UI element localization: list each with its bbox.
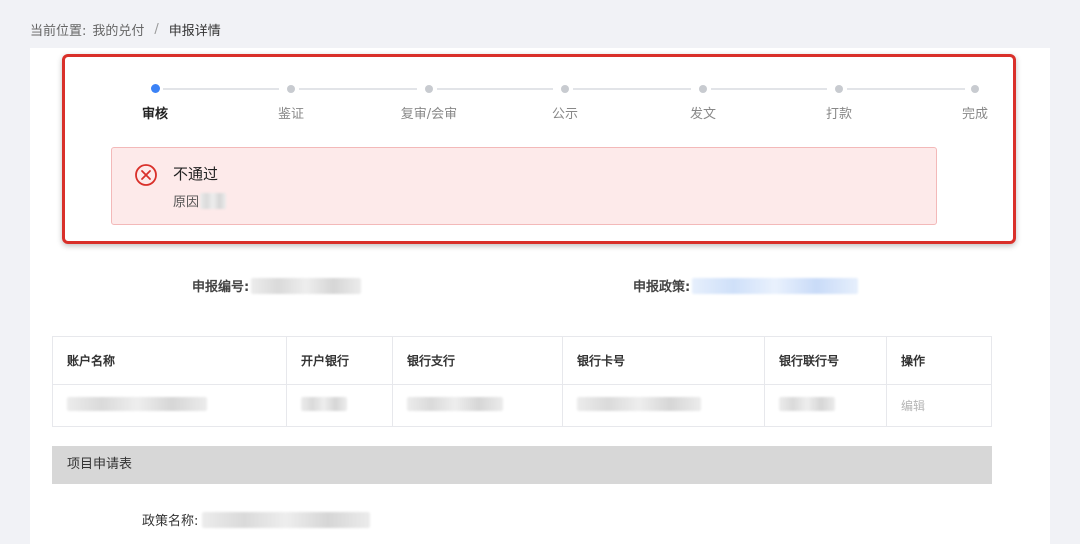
policy-name-row: 政策名称: [142, 510, 371, 529]
policy-name-label: 政策名称: [142, 514, 199, 529]
status-highlight-frame: 审核 鉴证 复审/会审 公示 发文 打款 完成 不通过 原因 [62, 54, 1016, 244]
redacted-reason [200, 192, 227, 209]
apply-policy-row: 申报政策: [633, 276, 859, 295]
col-header-branch: 银行支行 [392, 336, 563, 385]
redacted-bank-code [779, 397, 835, 411]
redacted-card-number [577, 397, 701, 411]
redacted-bank [301, 397, 347, 411]
step-dot-issue [699, 85, 707, 93]
detail-card: 审核 鉴证 复审/会审 公示 发文 打款 完成 不通过 原因 申报编号: 申报政… [30, 48, 1050, 544]
col-header-card-number: 银行卡号 [562, 336, 765, 385]
step-dot-publicity [561, 85, 569, 93]
step-connector [573, 88, 691, 90]
rejection-alert: 不通过 原因 [111, 147, 937, 225]
cell-branch [392, 384, 563, 427]
alert-reason: 原因 [173, 191, 227, 210]
policy-link[interactable] [692, 277, 859, 294]
cell-account-name [52, 384, 287, 427]
col-header-bank-code: 银行联行号 [764, 336, 887, 385]
step-connector [299, 88, 417, 90]
error-circle-icon [134, 163, 158, 187]
step-connector [711, 88, 827, 90]
breadcrumb-parent-link[interactable]: 我的兑付 [92, 20, 144, 39]
breadcrumb-current: 申报详情 [168, 24, 221, 39]
breadcrumb-separator: / [154, 22, 159, 37]
apply-number-label: 申报编号: [192, 280, 250, 295]
alert-title: 不通过 [173, 165, 219, 183]
redacted-policy-name [202, 511, 371, 528]
step-connector [163, 88, 279, 90]
cell-card-number [562, 384, 765, 427]
apply-policy-label: 申报政策: [633, 280, 691, 295]
cell-bank-code [764, 384, 887, 427]
step-dot-reexamine [425, 85, 433, 93]
step-connector [847, 88, 965, 90]
edit-button[interactable]: 编辑 [901, 399, 925, 413]
col-header-account-name: 账户名称 [52, 336, 287, 385]
table-row: 编辑 [52, 384, 992, 427]
redacted-account-name [67, 397, 207, 411]
step-connector [437, 88, 553, 90]
apply-number-row: 申报编号: [192, 276, 362, 295]
breadcrumb: 当前位置: 我的兑付 / 申报详情 [30, 20, 221, 39]
bank-account-table: 账户名称 开户银行 银行支行 银行卡号 银行联行号 操作 编辑 [52, 336, 992, 427]
step-label-verify: 鉴证 [277, 107, 305, 122]
step-label-complete: 完成 [961, 107, 989, 122]
alert-reason-label: 原因 [173, 195, 200, 210]
step-dot-verify [287, 85, 295, 93]
col-header-bank: 开户银行 [286, 336, 393, 385]
project-application-section-header: 项目申请表 [52, 446, 992, 484]
progress-steps: 审核 鉴证 复审/会审 公示 发文 打款 完成 [65, 57, 1013, 127]
redacted-branch [407, 397, 503, 411]
step-label-review: 审核 [141, 107, 169, 122]
step-label-reexamine: 复审/会审 [400, 107, 458, 122]
step-label-issue: 发文 [689, 107, 717, 122]
cell-action: 编辑 [886, 384, 992, 427]
step-dot-payment [835, 85, 843, 93]
cell-bank [286, 384, 393, 427]
step-label-publicity: 公示 [551, 107, 579, 122]
redacted-apply-number [251, 277, 362, 294]
breadcrumb-prefix: 当前位置: [30, 24, 87, 39]
step-dot-review [151, 84, 160, 93]
step-label-payment: 打款 [825, 107, 853, 122]
table-header-row: 账户名称 开户银行 银行支行 银行卡号 银行联行号 操作 [52, 336, 992, 385]
col-header-action: 操作 [886, 336, 992, 385]
step-dot-complete [971, 85, 979, 93]
